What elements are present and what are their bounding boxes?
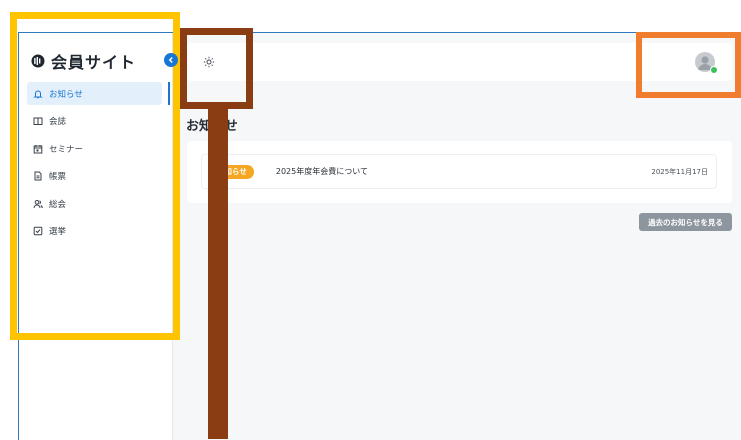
sidebar-nav: お知らせ 会誌 セミナー 帳票 総会 選挙 [27, 82, 162, 247]
logo-icon [31, 54, 45, 68]
online-status-dot [710, 66, 718, 74]
sidebar-item-label: 選挙 [49, 227, 67, 237]
calendar-icon [33, 144, 43, 153]
book-open-icon [33, 117, 43, 125]
top-bar [187, 43, 732, 81]
brand-title: 会員サイト [51, 53, 137, 72]
sidebar-item-label: 帳票 [49, 172, 67, 182]
bell-icon [33, 90, 43, 98]
users-icon [33, 199, 43, 208]
sidebar-item-general-meeting[interactable]: 総会 [27, 192, 162, 215]
sidebar: 会員サイト お知らせ 会誌 セミナー 帳票 総会 選挙 [19, 33, 173, 440]
sun-icon[interactable] [203, 56, 215, 68]
active-indicator [168, 82, 170, 105]
sidebar-item-label: 総会 [49, 199, 67, 210]
sidebar-item-label: セミナー [49, 144, 84, 155]
announcement-title: 2025年度年会費について [275, 167, 368, 176]
sidebar-item-election[interactable]: 選挙 [27, 220, 162, 243]
page-title: お知らせ [186, 118, 238, 134]
announcement-card: お知らせ 2025年度年会費について 2025年11月17日 [187, 141, 732, 203]
sidebar-collapse-button[interactable] [164, 53, 178, 67]
sidebar-item-seminar[interactable]: セミナー [27, 137, 162, 160]
past-notices-button[interactable]: 過去のお知らせを見る [639, 213, 732, 231]
announcement-row[interactable]: お知らせ 2025年度年会費について 2025年11月17日 [201, 154, 717, 189]
sidebar-item-label: 会誌 [49, 117, 67, 127]
sidebar-item-label: お知らせ [49, 89, 83, 100]
sidebar-item-journal[interactable]: 会誌 [27, 110, 162, 133]
chevron-left-icon [168, 56, 173, 64]
checkbox-icon [33, 226, 43, 236]
sidebar-item-notices[interactable]: お知らせ [27, 82, 162, 105]
sidebar-item-forms[interactable]: 帳票 [27, 165, 162, 188]
app-window: 会員サイト お知らせ 会誌 セミナー 帳票 総会 選挙 お知らせ お知らせ 20… [18, 32, 741, 440]
announcement-date: 2025年11月17日 [651, 167, 708, 176]
document-icon [34, 171, 42, 181]
category-badge: お知らせ [210, 164, 254, 179]
brand[interactable]: 会員サイト [31, 49, 136, 73]
